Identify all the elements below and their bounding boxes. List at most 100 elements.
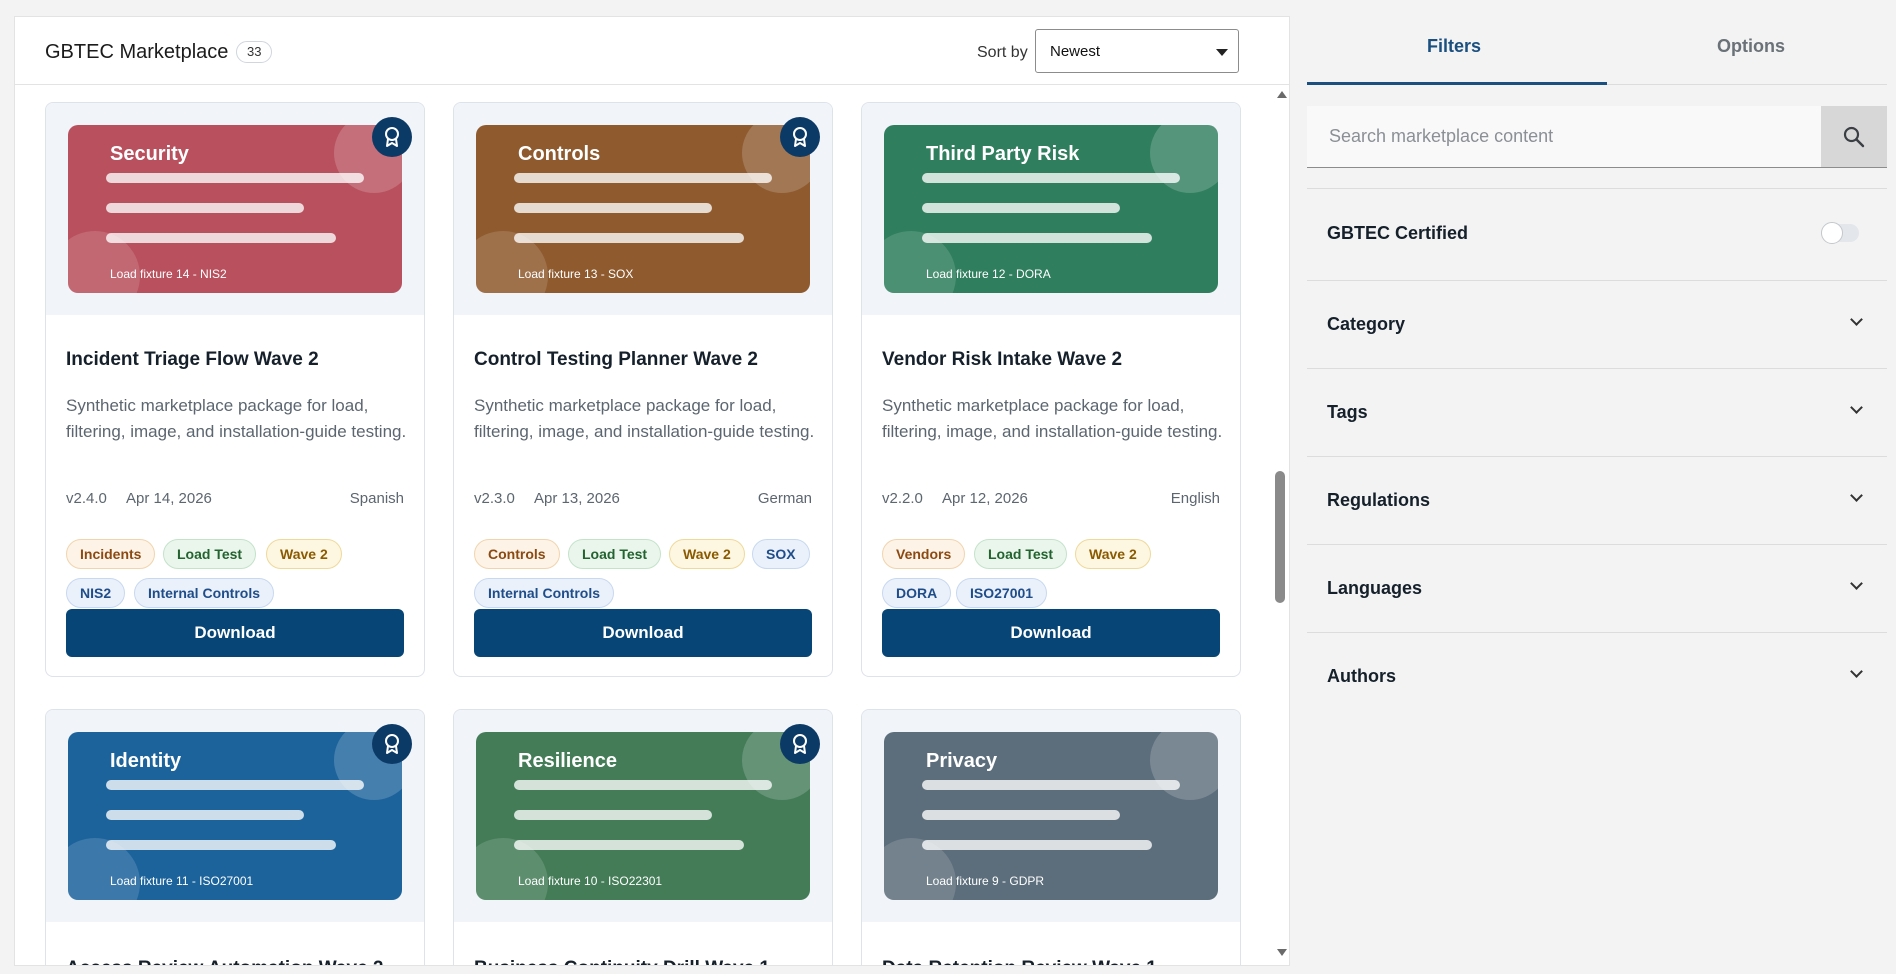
certified-badge-icon (780, 724, 820, 764)
card-description: Synthetic marketplace package for load, … (474, 396, 815, 441)
search-icon (1843, 126, 1865, 148)
card-thumbnail: Security Load fixture 14 - NIS2 (68, 125, 402, 293)
scrollbar-thumb[interactable] (1275, 471, 1285, 603)
card-version: v2.2.0 (882, 490, 923, 507)
thumbnail-category: Identity (110, 750, 182, 772)
card-thumbnail: Controls Load fixture 13 - SOX (476, 125, 810, 293)
caret-down-icon (1216, 49, 1228, 56)
package-card: Privacy Load fixture 9 - GDPR Data Reten… (861, 709, 1241, 965)
tag-chip[interactable]: Load Test (568, 539, 662, 569)
card-thumbnail: Resilience Load fixture 10 - ISO22301 (476, 732, 810, 900)
card-language: Spanish (349, 490, 404, 507)
card-description: Synthetic marketplace package for load, … (882, 396, 1223, 441)
thumbnail-category: Controls (518, 143, 601, 165)
section-divider (1307, 456, 1887, 457)
page-title: GBTEC Marketplace (45, 41, 229, 63)
filter-languages[interactable]: Languages (1327, 578, 1422, 599)
card-title[interactable]: Business Continuity Drill Wave 1 (474, 958, 770, 965)
package-card: Third Party Risk Load fixture 12 - DORA … (861, 102, 1241, 677)
card-title[interactable]: Data Retention Review Wave 1 (882, 958, 1157, 965)
search-bar (1307, 106, 1887, 168)
certified-badge-icon (372, 724, 412, 764)
certified-filter-label: GBTEC Certified (1327, 223, 1469, 243)
card-thumbnail: Privacy Load fixture 9 - GDPR (884, 732, 1218, 900)
card-title[interactable]: Vendor Risk Intake Wave 2 (882, 349, 1122, 371)
tag-chip[interactable]: Wave 2 (266, 539, 342, 569)
thumbnail-caption: Load fixture 12 - DORA (926, 267, 1051, 281)
tag-chip[interactable]: SOX (752, 539, 810, 569)
card-image-area: Resilience Load fixture 10 - ISO22301 (454, 710, 832, 922)
tag-chip[interactable]: Internal Controls (134, 578, 275, 608)
tag-chip[interactable]: Internal Controls (474, 578, 615, 608)
filter-category[interactable]: Category (1327, 314, 1405, 335)
card-image-area: Privacy Load fixture 9 - GDPR (862, 710, 1240, 922)
thumbnail-category: Privacy (926, 750, 998, 772)
scroll-down-arrow-icon[interactable] (1277, 949, 1287, 956)
thumbnail-caption: Load fixture 14 - NIS2 (110, 267, 227, 281)
tab-options[interactable]: Options (1717, 36, 1785, 57)
tag-chip[interactable]: Wave 2 (669, 539, 745, 569)
package-card: Resilience Load fixture 10 - ISO22301 Bu… (453, 709, 833, 965)
certified-badge-icon (372, 117, 412, 157)
tag-chip[interactable]: Vendors (882, 539, 966, 569)
card-version: v2.4.0 (66, 490, 107, 507)
package-card: Identity Load fixture 11 - ISO27001 Acce… (45, 709, 425, 965)
card-thumbnail: Third Party Risk Load fixture 12 - DORA (884, 125, 1218, 293)
card-title[interactable]: Incident Triage Flow Wave 2 (66, 349, 319, 371)
thumbnail-caption: Load fixture 13 - SOX (518, 267, 634, 281)
card-date: Apr 13, 2026 (534, 490, 620, 507)
package-card: Security Load fixture 14 - NIS2 Incident… (45, 102, 425, 677)
card-title[interactable]: Control Testing Planner Wave 2 (474, 349, 758, 371)
chevron-down-icon[interactable] (1850, 577, 1863, 590)
scroll-up-arrow-icon[interactable] (1277, 91, 1287, 98)
tag-chip[interactable]: Load Test (974, 539, 1068, 569)
card-version: v2.3.0 (474, 490, 515, 507)
thumbnail-caption: Load fixture 11 - ISO27001 (110, 874, 254, 888)
tag-chip[interactable]: Wave 2 (1075, 539, 1151, 569)
filter-tags[interactable]: Tags (1327, 402, 1368, 423)
chevron-down-icon[interactable] (1850, 313, 1863, 326)
tag-chip[interactable]: DORA (882, 578, 952, 608)
chevron-down-icon[interactable] (1850, 489, 1863, 502)
sort-selected-value: Newest (1050, 43, 1101, 60)
sort-select[interactable]: Newest (1035, 29, 1239, 73)
download-button[interactable]: Download (66, 609, 404, 657)
card-description: Synthetic marketplace package for load, … (66, 396, 407, 441)
section-divider (1307, 368, 1887, 369)
thumbnail-category: Third Party Risk (926, 143, 1080, 165)
certified-toggle[interactable] (1821, 222, 1859, 244)
tag-chip[interactable]: Load Test (163, 539, 257, 569)
search-input[interactable] (1307, 106, 1819, 167)
tab-filters[interactable]: Filters (1427, 36, 1481, 57)
tag-chip[interactable]: NIS2 (66, 578, 126, 608)
card-date: Apr 12, 2026 (942, 490, 1028, 507)
download-button[interactable]: Download (882, 609, 1220, 657)
filter-sidebar: Filters Options GBTEC Certified Category… (1307, 16, 1887, 966)
card-language: English (1170, 490, 1220, 507)
download-button[interactable]: Download (474, 609, 812, 657)
card-title[interactable]: Access Review Automation Wave 2 (66, 958, 383, 965)
filter-regulations[interactable]: Regulations (1327, 490, 1430, 511)
active-tab-indicator (1307, 82, 1607, 85)
tag-chip[interactable]: Controls (474, 539, 560, 569)
search-button[interactable] (1821, 106, 1887, 167)
tag-chip[interactable]: ISO27001 (956, 578, 1048, 608)
toggle-knob (1821, 222, 1843, 244)
card-image-area: Security Load fixture 14 - NIS2 (46, 103, 424, 315)
package-card: Controls Load fixture 13 - SOX Control T… (453, 102, 833, 677)
sort-label: Sort by (977, 44, 1028, 61)
chevron-down-icon[interactable] (1850, 401, 1863, 414)
card-thumbnail: Identity Load fixture 11 - ISO27001 (68, 732, 402, 900)
card-date: Apr 14, 2026 (126, 490, 212, 507)
filter-authors[interactable]: Authors (1327, 666, 1396, 687)
section-divider (1307, 632, 1887, 633)
thumbnail-caption: Load fixture 9 - GDPR (926, 874, 1045, 888)
thumbnail-category: Security (110, 143, 189, 165)
card-image-area: Controls Load fixture 13 - SOX (454, 103, 832, 315)
marketplace-panel: GBTEC Marketplace 33 Sort by Newest Secu… (14, 16, 1290, 966)
tag-chip[interactable]: Incidents (66, 539, 156, 569)
thumbnail-caption: Load fixture 10 - ISO22301 (518, 874, 663, 888)
card-image-area: Identity Load fixture 11 - ISO27001 (46, 710, 424, 922)
marketplace-header: GBTEC Marketplace 33 Sort by Newest (15, 17, 1289, 85)
chevron-down-icon[interactable] (1850, 665, 1863, 678)
